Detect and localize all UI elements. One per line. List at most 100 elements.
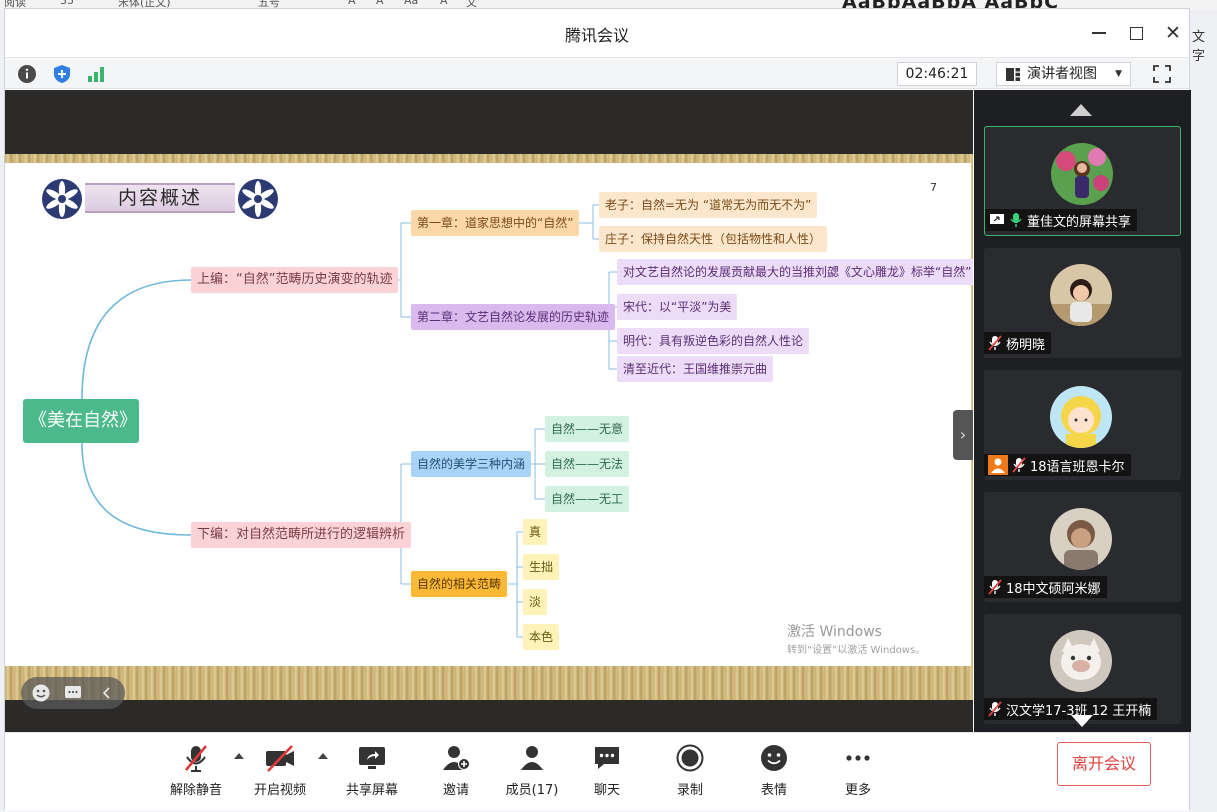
reaction-label: 表情 xyxy=(760,783,787,798)
audio-options-caret-icon[interactable] xyxy=(234,753,244,759)
participant-tile[interactable]: 汉文学17-3班 12 王开楠 xyxy=(984,614,1181,724)
slide-content: 内容概述 7 《美在自然》 上编：“自然”范畴历史演变的轨迹 下编：对自然范畴所… xyxy=(5,163,973,666)
start-video-button[interactable]: 开启视频 xyxy=(245,743,315,803)
slide-frame: 内容概述 7 《美在自然》 上编：“自然”范畴历史演变的轨迹 下编：对自然范畴所… xyxy=(5,154,973,700)
avatar xyxy=(1050,386,1112,448)
mindmap-leaf: 宋代：以“平淡”为美 xyxy=(617,294,738,320)
chevron-down-icon: ▼ xyxy=(1115,69,1122,79)
invite-label: 邀请 xyxy=(442,783,469,798)
microphone-muted-icon xyxy=(988,701,1002,717)
mindmap-leaf: 真 xyxy=(523,519,548,545)
screen-share-overlay-controls xyxy=(21,677,125,709)
participant-tile[interactable]: 董佳文的屏幕共享 xyxy=(984,126,1181,236)
mindmap-chapter2: 第二章：文艺自然论发展的历史轨迹 xyxy=(411,304,616,330)
participant-tile[interactable]: 18中文硕阿米娜 xyxy=(984,492,1181,602)
participant-name: 18语言班恩卡尔 xyxy=(1030,459,1125,475)
security-shield-icon[interactable] xyxy=(52,64,72,84)
ribbon-fragment: 35 xyxy=(60,0,74,7)
shared-screen: 内容概述 7 《美在自然》 上编：“自然”范畴历史演变的轨迹 下编：对自然范畴所… xyxy=(5,90,973,732)
reaction-button[interactable]: 表情 xyxy=(739,743,809,803)
minimize-icon xyxy=(1092,32,1106,34)
microphone-muted-icon xyxy=(185,745,207,772)
ribbon-fragment: A xyxy=(376,0,384,7)
chat-bubble-icon[interactable] xyxy=(63,683,83,703)
more-label: 更多 xyxy=(844,783,871,798)
background-side-text: 文字 xyxy=(1192,30,1206,64)
ribbon-fragment: A xyxy=(440,0,448,7)
participant-name: 18中文硕阿米娜 xyxy=(1006,581,1101,597)
ribbon-fragment: Aa xyxy=(404,0,419,7)
mindmap-leaf: 本色 xyxy=(523,624,560,650)
chat-button[interactable]: 聊天 xyxy=(572,743,642,803)
record-label: 录制 xyxy=(676,783,703,798)
window-title: 腾讯会议 xyxy=(564,26,629,45)
participant-tile[interactable]: 杨明晓 xyxy=(984,248,1181,358)
leave-meeting-button[interactable]: 离开会议 xyxy=(1057,742,1151,786)
camera-off-icon xyxy=(266,745,294,772)
emoji-icon[interactable] xyxy=(31,683,51,703)
scroll-up-icon[interactable] xyxy=(1070,104,1092,116)
avatar xyxy=(1050,508,1112,570)
participant-panel: 董佳文的屏幕共享 杨明晓 18语言班恩卡尔 18中文硕阿米娜 汉文学17-3班 … xyxy=(974,90,1191,732)
mindmap-related-categories: 自然的相关范畴 xyxy=(411,571,508,597)
microphone-muted-icon xyxy=(1012,457,1026,473)
close-button[interactable]: ✕ xyxy=(1161,21,1185,45)
invite-button[interactable]: 邀请 xyxy=(421,743,491,803)
mindmap-chapter1: 第一章：道家思想中的“自然” xyxy=(411,210,580,236)
mindmap-branch-part1: 上编：“自然”范畴历史演变的轨迹 xyxy=(191,267,399,293)
participant-namebar: 董佳文的屏幕共享 xyxy=(985,209,1138,231)
share-screen-button[interactable]: 共享屏幕 xyxy=(337,743,407,803)
screen-share-icon xyxy=(990,214,1004,224)
mindmap-root: 《美在自然》 xyxy=(23,399,139,443)
participant-name: 杨明晓 xyxy=(1006,337,1046,353)
members-button[interactable]: 成员(17) xyxy=(497,743,567,803)
minimize-button[interactable] xyxy=(1087,21,1111,45)
chevron-right-icon: › xyxy=(959,425,967,444)
title-bar: 腾讯会议 ✕ xyxy=(5,9,1189,57)
signal-strength-icon[interactable] xyxy=(86,64,106,84)
microphone-muted-icon xyxy=(988,335,1002,351)
fullscreen-icon[interactable] xyxy=(1152,64,1172,84)
ribbon-fragment: A xyxy=(348,0,356,7)
mindmap-leaf: 自然——无工 xyxy=(545,486,630,512)
more-dots-icon xyxy=(846,755,870,761)
mindmap-leaf: 生拙 xyxy=(523,554,560,580)
avatar xyxy=(1050,630,1112,692)
avatar xyxy=(1051,143,1113,205)
participant-name: 董佳文的屏幕共享 xyxy=(1027,214,1132,230)
video-options-caret-icon[interactable] xyxy=(318,753,328,759)
record-button[interactable]: 录制 xyxy=(655,743,725,803)
mindmap-leaf: 淡 xyxy=(523,589,548,615)
share-screen-label: 共享屏幕 xyxy=(345,783,398,798)
meeting-toolbar: 解除静音 开启视频 共享屏幕 邀请 成员(17) 聊天 录制 表情 更多 离开会… xyxy=(5,732,1189,811)
maximize-button[interactable] xyxy=(1124,21,1148,45)
view-mode-select[interactable]: 演讲者视图 ▼ xyxy=(996,62,1131,86)
speaker-view-icon xyxy=(1006,68,1020,81)
more-button[interactable]: 更多 xyxy=(823,743,893,803)
view-mode-label: 演讲者视图 xyxy=(1027,66,1097,82)
participant-namebar: 杨明晓 xyxy=(984,332,1052,354)
close-icon: ✕ xyxy=(1165,22,1181,44)
participant-namebar: 18中文硕阿米娜 xyxy=(984,576,1107,598)
collapse-left-icon[interactable] xyxy=(97,683,117,703)
unmute-label: 解除静音 xyxy=(169,783,222,798)
desktop: 阅读 35 宋体(正文) 五号 A A Aa A 文 AaBbAaBbA AaB… xyxy=(0,0,1217,812)
mindmap-aesthetic-meanings: 自然的美学三种内涵 xyxy=(411,451,532,477)
avatar xyxy=(1050,264,1112,326)
scroll-down-icon[interactable] xyxy=(1071,715,1093,727)
meeting-window: 腾讯会议 ✕ 02:46:21 演讲者视图 ▼ 内容概述 7 《美在自然》 上编… xyxy=(4,8,1191,811)
mindmap-leaf: 清至近代：王国维推崇元曲 xyxy=(617,356,774,382)
microphone-muted-icon xyxy=(988,579,1002,595)
unmute-button[interactable]: 解除静音 xyxy=(161,743,231,803)
info-icon[interactable] xyxy=(17,64,37,84)
mindmap-branch-part2: 下编：对自然范畴所进行的逻辑辨析 xyxy=(191,522,412,548)
meeting-info-bar: 02:46:21 演讲者视图 ▼ xyxy=(5,57,1189,89)
participant-tile[interactable]: 18语言班恩卡尔 xyxy=(984,370,1181,480)
expand-panel-tab[interactable]: › xyxy=(953,410,973,460)
chat-icon xyxy=(595,747,619,769)
members-icon xyxy=(521,746,543,770)
mindmap-leaf: 对文艺自然论的发展贡献最大的当推刘勰《文心雕龙》标举“自然” xyxy=(617,259,973,285)
members-label: 成员(17) xyxy=(505,783,559,798)
chat-label: 聊天 xyxy=(593,783,620,798)
mindmap-leaf: 自然——无意 xyxy=(545,416,630,442)
